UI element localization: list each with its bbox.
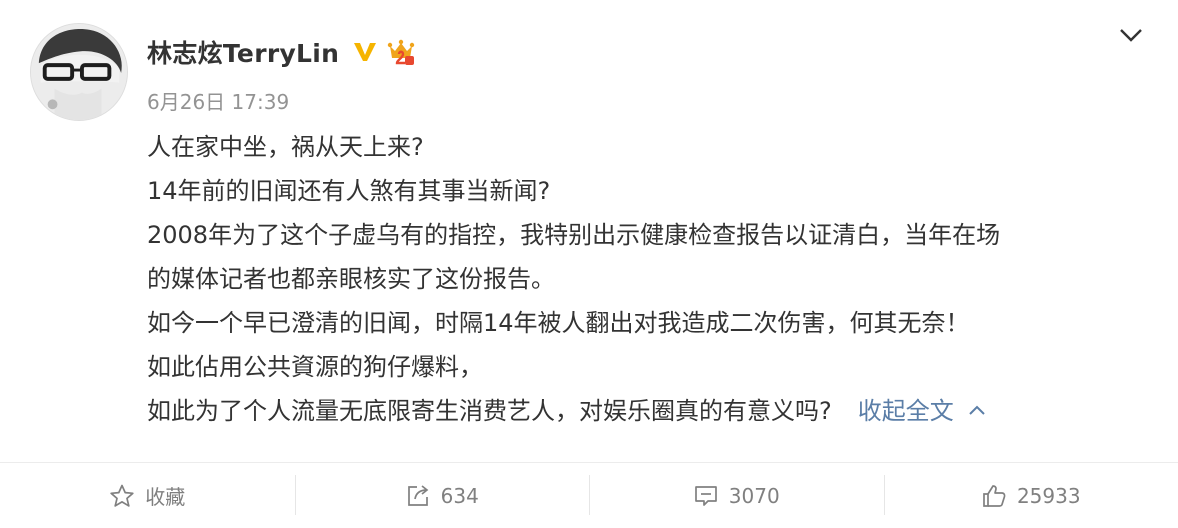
- comment-count: 3070: [728, 483, 780, 508]
- avatar-image: [31, 24, 127, 120]
- share-icon: [407, 484, 429, 506]
- post-text-line: 14年前的旧闻还有人煞有其事当新闻?: [147, 177, 551, 205]
- verified-v-badge-icon[interactable]: [352, 39, 378, 65]
- vip-member-badge-icon[interactable]: [385, 36, 417, 68]
- action-bar: 收藏 634 3070 25933: [0, 463, 1178, 528]
- post-text-line: 人在家中坐，祸从天上来?: [147, 133, 424, 161]
- avatar[interactable]: [30, 23, 128, 121]
- post-text-line: 如此为了个人流量无底限寄生消费艺人，对娱乐圈真的有意义吗?: [147, 397, 832, 425]
- like-button[interactable]: 25933: [883, 463, 1178, 528]
- weibo-post: 林志炫TerryLin 6月26日 17:39 人在家中坐，祸从天上来? 14年…: [0, 0, 1178, 528]
- post-text-line: 的媒体记者也都亲眼核实了这份报告。: [147, 265, 555, 293]
- post-content: 人在家中坐，祸从天上来? 14年前的旧闻还有人煞有其事当新闻? 2008年为了这…: [147, 125, 1157, 433]
- post-timestamp[interactable]: 6月26日 17:39: [147, 86, 289, 115]
- collapse-text-link[interactable]: 收起全文: [858, 397, 954, 425]
- post-text-last-line: 如此为了个人流量无底限寄生消费艺人，对娱乐圈真的有意义吗? 收起全文: [147, 389, 1157, 433]
- post-text-line: 如今一个早已澄清的旧闻，时隔14年被人翻出对我造成二次伤害，何其无奈！: [147, 309, 970, 337]
- chevron-down-icon[interactable]: [1117, 22, 1145, 48]
- comment-icon: [694, 485, 717, 506]
- author-line: 林志炫TerryLin: [147, 35, 417, 69]
- favorite-button[interactable]: 收藏: [0, 463, 295, 528]
- repost-button[interactable]: 634: [294, 463, 590, 528]
- like-count: 25933: [1016, 483, 1081, 508]
- thumbs-up-icon: [983, 484, 1006, 507]
- post-text-line: 如此佔用公共資源的狗仔爆料，: [147, 353, 483, 381]
- author-name[interactable]: 林志炫TerryLin: [147, 34, 339, 70]
- post-text-line: 2008年为了这个子虚乌有的指控，我特别出示健康检查报告以证清白，当年在场: [147, 221, 1001, 249]
- repost-count: 634: [440, 483, 479, 508]
- favorite-label: 收藏: [145, 485, 186, 509]
- chevron-up-icon[interactable]: [968, 403, 986, 417]
- star-icon: [110, 484, 134, 507]
- comment-button[interactable]: 3070: [589, 463, 884, 528]
